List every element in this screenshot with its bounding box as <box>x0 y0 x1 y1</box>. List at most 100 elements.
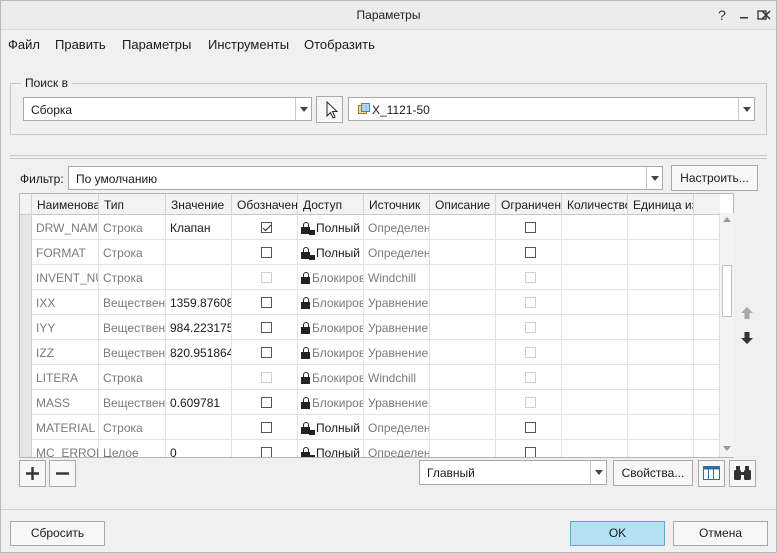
cell-name[interactable]: INVENT_NUM <box>32 265 99 290</box>
row-header[interactable] <box>20 365 32 390</box>
properties-button[interactable]: Свойства... <box>613 460 693 486</box>
cell-value[interactable]: Клапан <box>166 215 232 240</box>
cell-description[interactable] <box>430 290 496 315</box>
cell-quantity[interactable] <box>562 240 628 265</box>
table-row[interactable]: DRW_NAME Строка Клапан Полный Определен <box>20 215 720 240</box>
table-columns-button[interactable] <box>698 460 725 487</box>
cell-value[interactable]: 0 <box>166 440 232 457</box>
menu-edit[interactable]: Править <box>55 37 106 52</box>
row-header[interactable] <box>20 390 32 415</box>
cell-value[interactable]: 0.609781 <box>166 390 232 415</box>
row-header[interactable] <box>20 340 32 365</box>
cell-description[interactable] <box>430 215 496 240</box>
restricted-checkbox[interactable] <box>525 447 536 457</box>
designated-checkbox[interactable] <box>261 347 272 358</box>
cell-designated[interactable] <box>232 390 298 415</box>
cell-restricted[interactable] <box>496 265 562 290</box>
cancel-button[interactable]: Отмена <box>673 521 768 546</box>
cell-name[interactable]: IYY <box>32 315 99 340</box>
cell-value[interactable] <box>166 265 232 290</box>
cell-value[interactable] <box>166 240 232 265</box>
column-header-source[interactable]: Источник <box>364 194 430 215</box>
cell-unit[interactable] <box>628 215 694 240</box>
cell-access[interactable]: Полный <box>298 415 364 440</box>
cell-unit[interactable] <box>628 290 694 315</box>
cell-name[interactable]: IXX <box>32 290 99 315</box>
object-select[interactable]: X_1121-50 <box>348 97 755 121</box>
menu-view[interactable]: Отобразить <box>304 37 375 52</box>
column-header-designated[interactable]: Обозначено <box>232 194 298 215</box>
view-select[interactable]: Главный <box>419 460 607 485</box>
cell-quantity[interactable] <box>562 215 628 240</box>
column-header-restricted[interactable]: Ограничение <box>496 194 562 215</box>
cell-value[interactable]: 820.951864 <box>166 340 232 365</box>
row-header[interactable] <box>20 315 32 340</box>
help-icon[interactable]: ? <box>713 5 731 25</box>
restricted-checkbox[interactable] <box>525 222 536 233</box>
cell-type[interactable]: Вещественное <box>99 315 166 340</box>
row-header[interactable] <box>20 215 32 240</box>
table-row[interactable]: IYY Вещественное 984.223175 Блокирован Уравн… <box>20 315 720 340</box>
cell-description[interactable] <box>430 315 496 340</box>
cell-restricted[interactable] <box>496 340 562 365</box>
cell-quantity[interactable] <box>562 340 628 365</box>
cell-type[interactable]: Вещественное <box>99 390 166 415</box>
cell-value[interactable]: 1359.876081 <box>166 290 232 315</box>
scrollbar-thumb[interactable] <box>722 265 732 317</box>
restricted-checkbox[interactable] <box>525 422 536 433</box>
cell-name[interactable]: IZZ <box>32 340 99 365</box>
cell-unit[interactable] <box>628 390 694 415</box>
designated-checkbox[interactable] <box>261 322 272 333</box>
cell-name[interactable]: DRW_NAME <box>32 215 99 240</box>
cell-designated[interactable] <box>232 215 298 240</box>
cell-designated[interactable] <box>232 440 298 457</box>
cell-unit[interactable] <box>628 315 694 340</box>
cell-restricted[interactable] <box>496 415 562 440</box>
column-header-access[interactable]: Доступ <box>298 194 364 215</box>
cell-restricted[interactable] <box>496 290 562 315</box>
designated-checkbox[interactable] <box>261 422 272 433</box>
remove-parameter-button[interactable] <box>49 460 76 487</box>
cell-quantity[interactable] <box>562 415 628 440</box>
table-row[interactable]: LITERA Строка Блокирован Windchill <box>20 365 720 390</box>
cell-restricted[interactable] <box>496 315 562 340</box>
cell-source[interactable]: Windchill <box>364 365 430 390</box>
cell-source[interactable]: Уравнение <box>364 290 430 315</box>
cell-source[interactable]: Определен <box>364 240 430 265</box>
cell-value[interactable] <box>166 365 232 390</box>
cell-unit[interactable] <box>628 265 694 290</box>
menu-parameters[interactable]: Параметры <box>122 37 191 52</box>
cell-restricted[interactable] <box>496 440 562 457</box>
table-row[interactable]: IXX Вещественное 1359.876081 Блокирован Урав… <box>20 290 720 315</box>
column-header-name[interactable]: Наименование <box>32 194 99 215</box>
cell-description[interactable] <box>430 240 496 265</box>
cell-restricted[interactable] <box>496 240 562 265</box>
minimize-button[interactable] <box>735 5 753 25</box>
cell-designated[interactable] <box>232 265 298 290</box>
move-down-button[interactable] <box>739 330 755 346</box>
cell-description[interactable] <box>430 365 496 390</box>
cell-source[interactable]: Определен <box>364 215 430 240</box>
cell-restricted[interactable] <box>496 365 562 390</box>
cell-type[interactable]: Строка <box>99 240 166 265</box>
cell-quantity[interactable] <box>562 315 628 340</box>
cell-value[interactable]: 984.223175 <box>166 315 232 340</box>
table-scrollbar[interactable] <box>719 213 734 457</box>
cell-type[interactable]: Строка <box>99 365 166 390</box>
cell-unit[interactable] <box>628 415 694 440</box>
designated-checkbox[interactable] <box>261 247 272 258</box>
cell-source[interactable]: Уравнение <box>364 390 430 415</box>
cell-description[interactable] <box>430 265 496 290</box>
cell-name[interactable]: MATERIAL <box>32 415 99 440</box>
cell-access[interactable]: Блокирован <box>298 340 364 365</box>
cell-unit[interactable] <box>628 240 694 265</box>
row-header[interactable] <box>20 440 32 457</box>
menu-tools[interactable]: Инструменты <box>208 37 289 52</box>
cell-designated[interactable] <box>232 365 298 390</box>
cell-access[interactable]: Блокирован <box>298 390 364 415</box>
scope-select[interactable]: Сборка <box>23 97 312 121</box>
cell-unit[interactable] <box>628 365 694 390</box>
cell-access[interactable]: Блокирован <box>298 315 364 340</box>
column-header-type[interactable]: Тип <box>99 194 166 215</box>
column-header-value[interactable]: Значение <box>166 194 232 215</box>
